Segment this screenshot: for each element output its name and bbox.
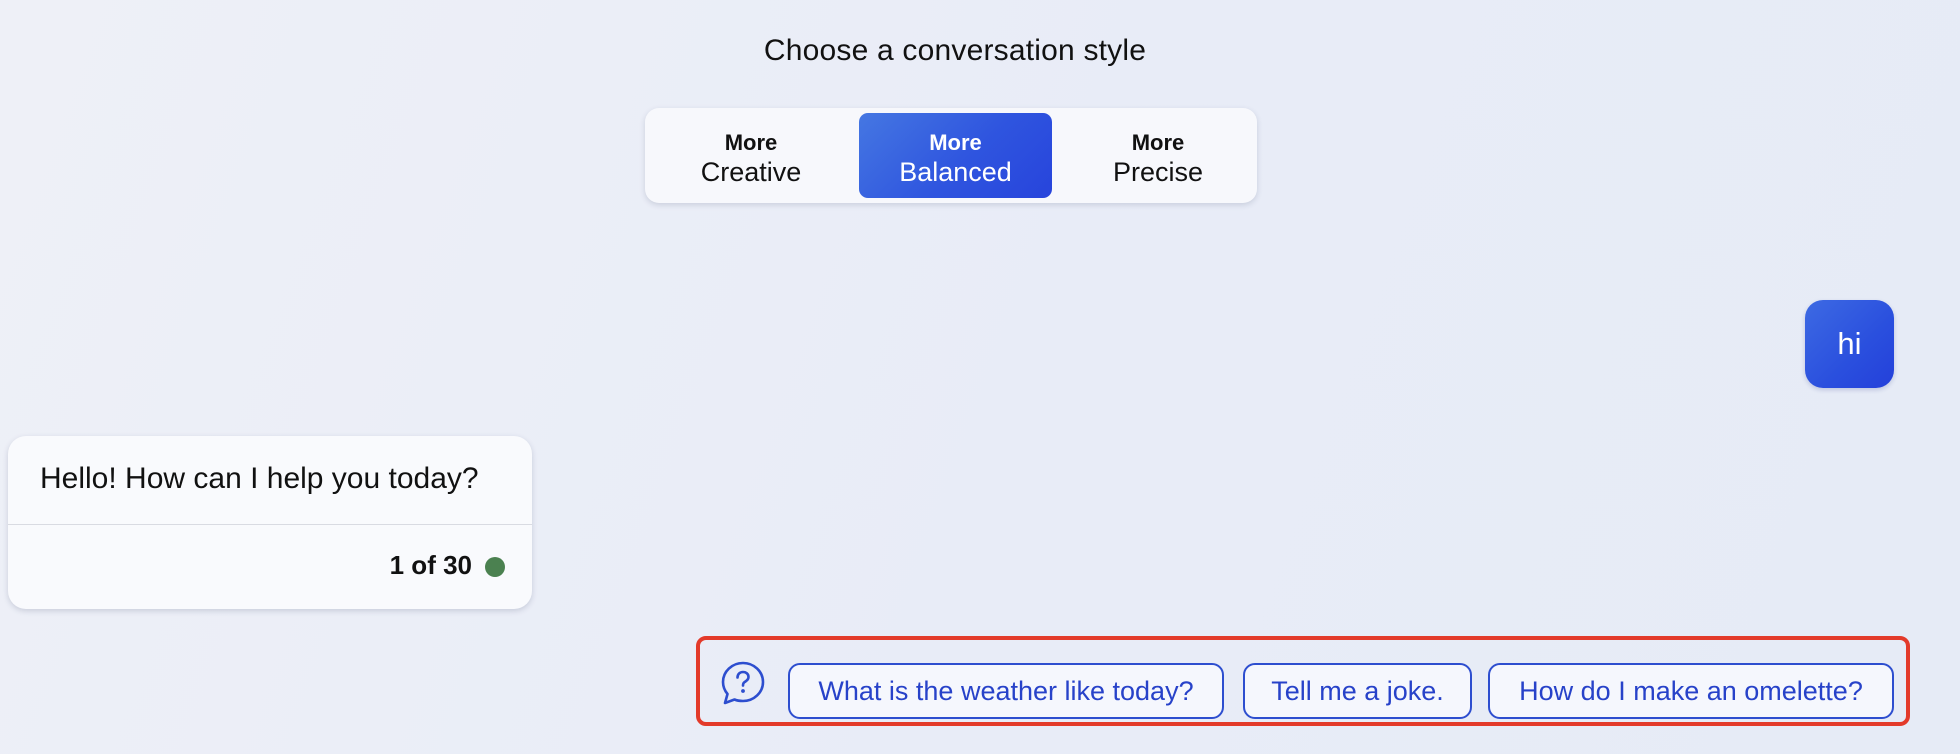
style-option-precise[interactable]: More Precise bbox=[1066, 113, 1250, 198]
message-counter: 1 of 30 bbox=[389, 550, 472, 580]
conversation-style-picker: More Creative More Balanced More Precise bbox=[645, 108, 1257, 203]
question-bubble-icon[interactable] bbox=[720, 660, 766, 706]
status-dot bbox=[485, 557, 505, 577]
conversation-style-title: Choose a conversation style bbox=[763, 34, 1147, 67]
suggestion-chip-joke[interactable]: Tell me a joke. bbox=[1243, 663, 1472, 719]
style-option-balanced[interactable]: More Balanced bbox=[859, 113, 1052, 198]
style-option-label: Creative bbox=[700, 157, 802, 187]
style-option-label: Precise bbox=[1112, 157, 1204, 187]
bot-card-divider bbox=[8, 524, 532, 525]
style-option-prefix: More bbox=[724, 130, 778, 155]
bot-message-card: Hello! How can I help you today? 1 of 30 bbox=[8, 436, 532, 609]
user-message-bubble: hi bbox=[1805, 300, 1894, 388]
suggestion-chip-weather[interactable]: What is the weather like today? bbox=[788, 663, 1224, 719]
bot-message-text: Hello! How can I help you today? bbox=[40, 462, 479, 495]
style-option-label: Balanced bbox=[899, 157, 1012, 187]
style-option-prefix: More bbox=[929, 130, 982, 155]
style-option-creative[interactable]: More Creative bbox=[657, 113, 845, 198]
suggestion-chip-omelette[interactable]: How do I make an omelette? bbox=[1488, 663, 1894, 719]
style-option-prefix: More bbox=[1131, 130, 1185, 155]
suggested-questions-bar: What is the weather like today? Tell me … bbox=[696, 636, 1910, 726]
